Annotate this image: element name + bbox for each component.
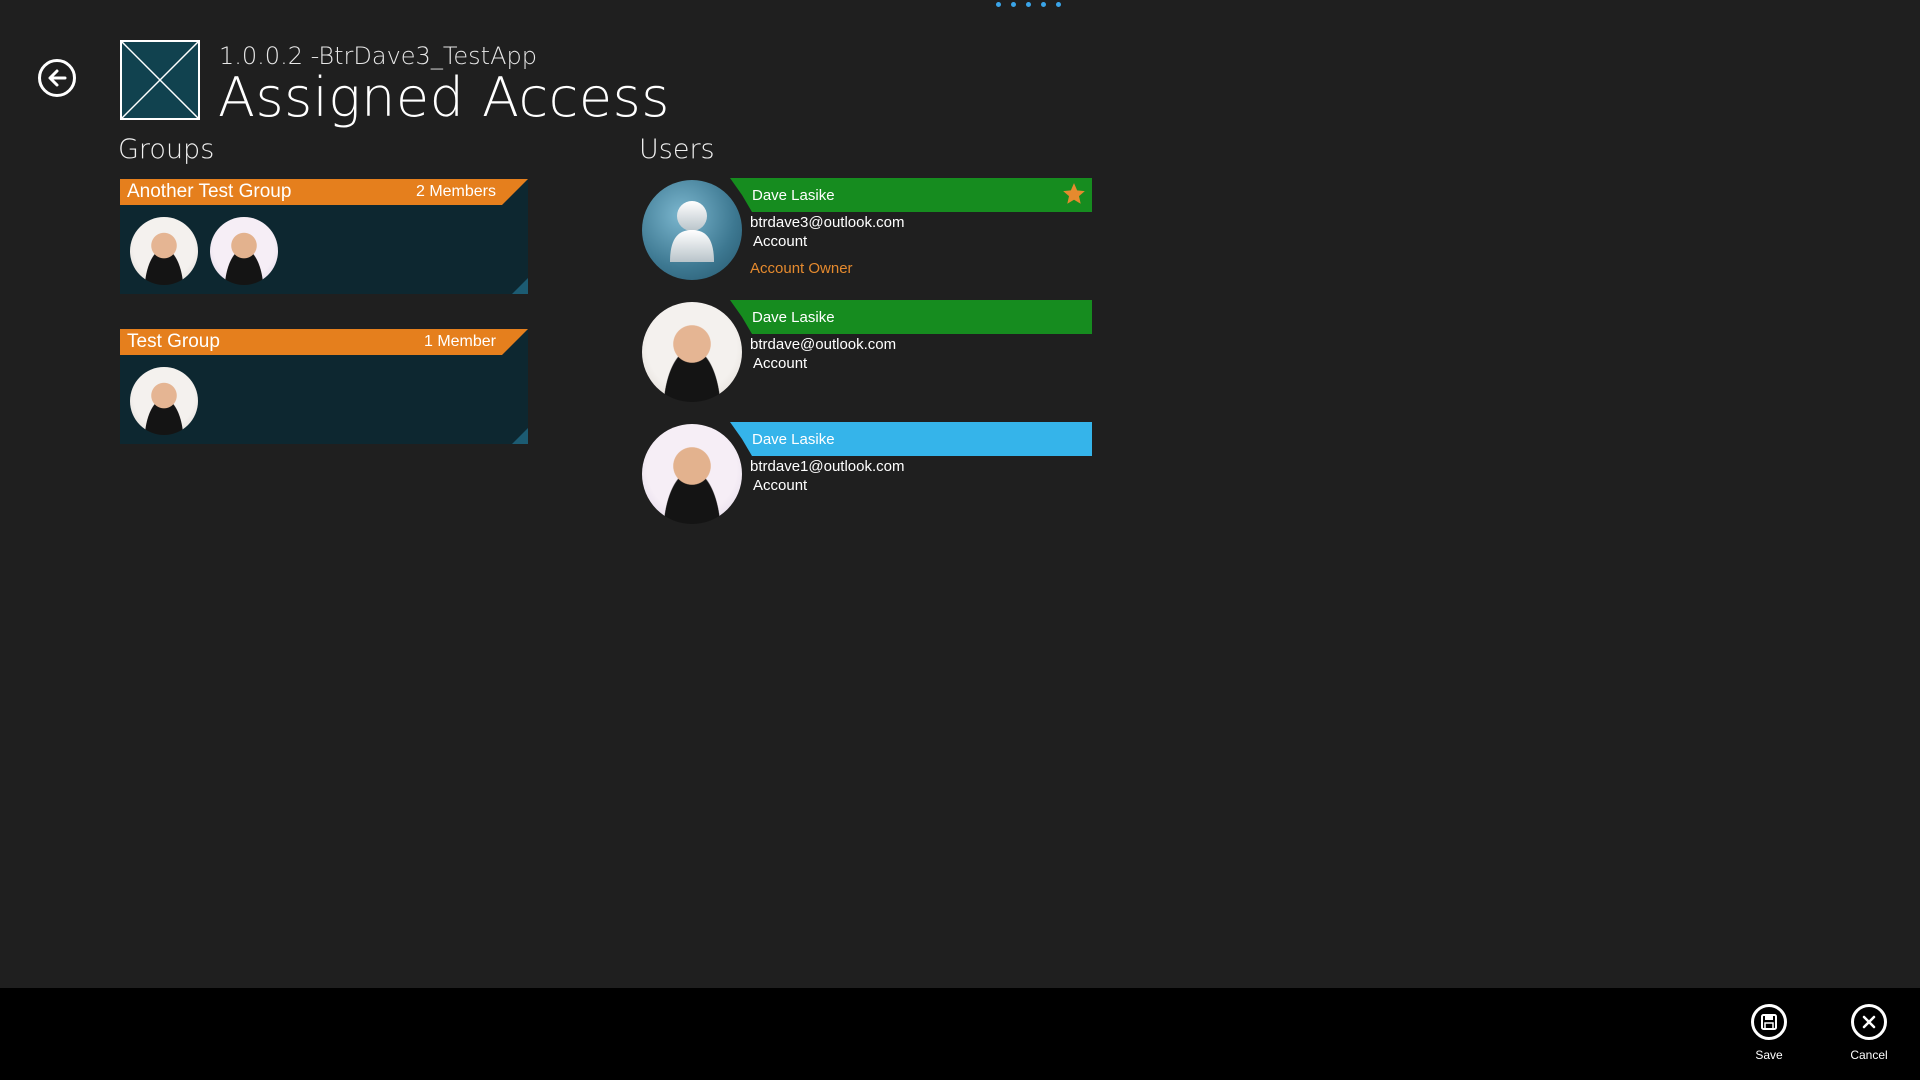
users-heading: Users (639, 134, 715, 165)
user-name-banner: Dave Lasike (730, 300, 1092, 334)
progress-dots (996, 0, 1066, 10)
user-email: btrdave1@outlook.com (750, 458, 905, 475)
member-avatar (130, 367, 198, 435)
user-name-banner: Dave Lasike (730, 178, 1092, 212)
group-corner-indicator (512, 428, 528, 444)
group-name: Another Test Group (127, 181, 292, 202)
group-name: Test Group (127, 331, 220, 352)
user-role: Account Owner (750, 260, 853, 277)
user-account-type: Account (753, 477, 808, 494)
group-header: Test Group 1 Member (120, 329, 528, 355)
user-email: btrdave@outlook.com (750, 336, 897, 353)
default-user-icon (642, 180, 742, 280)
user-card-btrdave[interactable]: Dave Lasike btrdave@outlook.com Account (640, 300, 1092, 404)
star-icon (1063, 183, 1085, 204)
user-avatar (642, 302, 742, 402)
group-member-count: 2 Members (415, 183, 496, 200)
user-name: Dave Lasike (752, 308, 835, 326)
user-card-btrdave1[interactable]: Dave Lasike btrdave1@outlook.com Account (640, 422, 1092, 526)
group-tile-test-group[interactable]: Test Group 1 Member (120, 329, 528, 444)
cancel-label: Cancel (1850, 1048, 1888, 1062)
group-tile-another-test-group[interactable]: Another Test Group 2 Members (120, 179, 528, 294)
page-title: Assigned Access (218, 66, 670, 129)
user-name: Dave Lasike (752, 186, 835, 204)
save-label: Save (1755, 1048, 1783, 1062)
user-account-type: Account (753, 355, 808, 372)
user-email: btrdave3@outlook.com (750, 214, 905, 231)
group-header: Another Test Group 2 Members (120, 179, 528, 205)
app-logo (120, 40, 200, 120)
group-members (130, 367, 198, 435)
user-name-banner: Dave Lasike (730, 422, 1092, 456)
app-bar: Save Cancel (0, 988, 1920, 1080)
group-member-count: 1 Member (423, 333, 496, 350)
user-account-type: Account (753, 233, 808, 250)
member-avatar (130, 217, 198, 285)
group-members (130, 217, 278, 285)
member-avatar (210, 217, 278, 285)
cancel-button[interactable]: Cancel (1837, 1004, 1901, 1062)
close-icon (1851, 1004, 1887, 1040)
user-card-btrdave3[interactable]: Dave Lasike btrdave3@outlook.com Account… (640, 178, 1092, 282)
back-arrow-icon (48, 69, 67, 87)
user-avatar (642, 424, 742, 524)
save-icon (1751, 1004, 1787, 1040)
save-button[interactable]: Save (1737, 1004, 1801, 1062)
user-name: Dave Lasike (752, 430, 835, 448)
back-button[interactable] (38, 59, 76, 97)
group-corner-indicator (512, 278, 528, 294)
groups-heading: Groups (118, 134, 215, 165)
